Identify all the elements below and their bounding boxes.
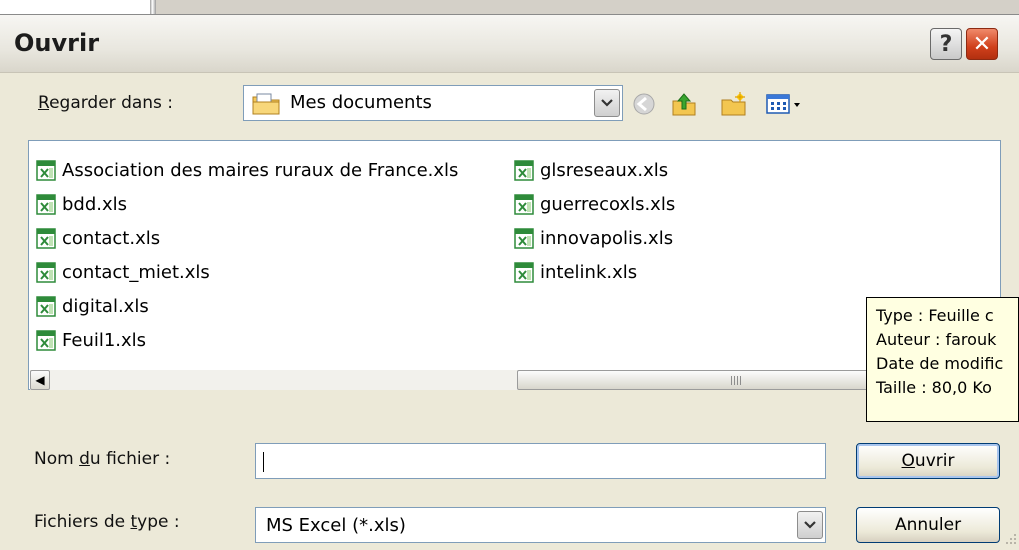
scroll-thumb[interactable] — [517, 370, 897, 390]
chevron-down-icon — [601, 99, 613, 107]
file-name: Feuil1.xls — [62, 329, 147, 351]
tooltip-line: Auteur : farouk — [876, 330, 997, 349]
lookin-label: Regarder dans : — [38, 93, 174, 113]
excel-file-icon — [512, 192, 536, 216]
resize-grip-icon[interactable] — [1000, 530, 1018, 548]
lookin-combo[interactable]: Mes documents — [243, 85, 623, 121]
filename-input[interactable] — [255, 443, 826, 479]
file-item[interactable]: Feuil1.xls — [34, 325, 146, 355]
file-item[interactable]: bdd.xls — [34, 189, 127, 219]
file-name: bdd.xls — [62, 193, 128, 215]
excel-file-icon — [34, 328, 58, 352]
lookin-dropdown-button[interactable] — [594, 89, 620, 117]
excel-file-icon — [512, 260, 536, 284]
file-name: contact.xls — [62, 227, 161, 249]
horizontal-scrollbar[interactable]: ◀ — [30, 370, 1001, 390]
file-name: innovapolis.xls — [540, 227, 674, 249]
filetype-label: Fichiers de type : — [34, 512, 180, 532]
title-bar: Ouvrir ? ✕ — [0, 15, 1019, 73]
help-icon: ? — [939, 31, 953, 57]
excel-file-icon — [34, 192, 58, 216]
file-item[interactable]: digital.xls — [34, 291, 149, 321]
file-item[interactable]: guerrecoxls.xls — [512, 189, 675, 219]
file-item[interactable]: Association des maires ruraux de France.… — [34, 155, 458, 185]
chevron-left-icon: ◀ — [35, 373, 45, 387]
file-name: contact_miet.xls — [62, 261, 210, 283]
text-caret — [263, 452, 264, 472]
file-name: guerrecoxls.xls — [540, 193, 676, 215]
close-icon: ✕ — [972, 31, 992, 57]
filetype-select[interactable]: MS Excel (*.xls) — [255, 507, 826, 543]
file-name: Association des maires ruraux de France.… — [62, 159, 459, 181]
excel-file-icon — [34, 260, 58, 284]
file-item[interactable]: intelink.xls — [512, 257, 637, 287]
excel-file-icon — [34, 158, 58, 182]
folder-icon — [252, 93, 280, 115]
file-list[interactable]: ◀ Association des maires ruraux de Franc… — [28, 140, 1001, 390]
excel-file-icon — [512, 226, 536, 250]
help-button[interactable]: ? — [930, 28, 962, 60]
tooltip-line: Type : Feuille c — [876, 306, 994, 325]
lookin-value: Mes documents — [290, 92, 432, 113]
file-item[interactable]: contact_miet.xls — [34, 257, 210, 287]
file-item[interactable]: contact.xls — [34, 223, 160, 253]
open-button[interactable]: Ouvrir — [856, 443, 1000, 479]
file-name: glsreseaux.xls — [540, 159, 669, 181]
file-item[interactable]: glsreseaux.xls — [512, 155, 668, 185]
close-button[interactable]: ✕ — [966, 28, 998, 60]
scroll-left-button[interactable]: ◀ — [30, 370, 50, 390]
views-menu-icon[interactable] — [765, 91, 805, 117]
chevron-down-icon — [804, 521, 816, 529]
excel-file-icon — [34, 294, 58, 318]
file-info-tooltip: Type : Feuille c Auteur : farouk Date de… — [866, 297, 1019, 422]
filename-label: Nom du fichier : — [34, 449, 171, 469]
file-item[interactable]: innovapolis.xls — [512, 223, 673, 253]
tooltip-line: Taille : 80,0 Ko — [876, 378, 992, 397]
file-name: digital.xls — [62, 295, 149, 317]
dialog-title: Ouvrir — [14, 29, 100, 57]
open-dialog: Ouvrir ? ✕ Regarder dans : Mes documents — [0, 14, 1019, 550]
grip-icon — [731, 376, 741, 385]
cancel-button[interactable]: Annuler — [856, 507, 1000, 543]
filetype-value: MS Excel (*.xls) — [266, 515, 406, 536]
up-folder-icon[interactable] — [670, 91, 698, 117]
new-folder-icon[interactable] — [720, 91, 748, 117]
excel-file-icon — [512, 158, 536, 182]
back-icon[interactable] — [630, 91, 658, 117]
excel-file-icon — [34, 226, 58, 250]
tooltip-line: Date de modific — [876, 354, 1004, 373]
file-name: intelink.xls — [540, 261, 638, 283]
filetype-dropdown-button[interactable] — [797, 511, 823, 539]
